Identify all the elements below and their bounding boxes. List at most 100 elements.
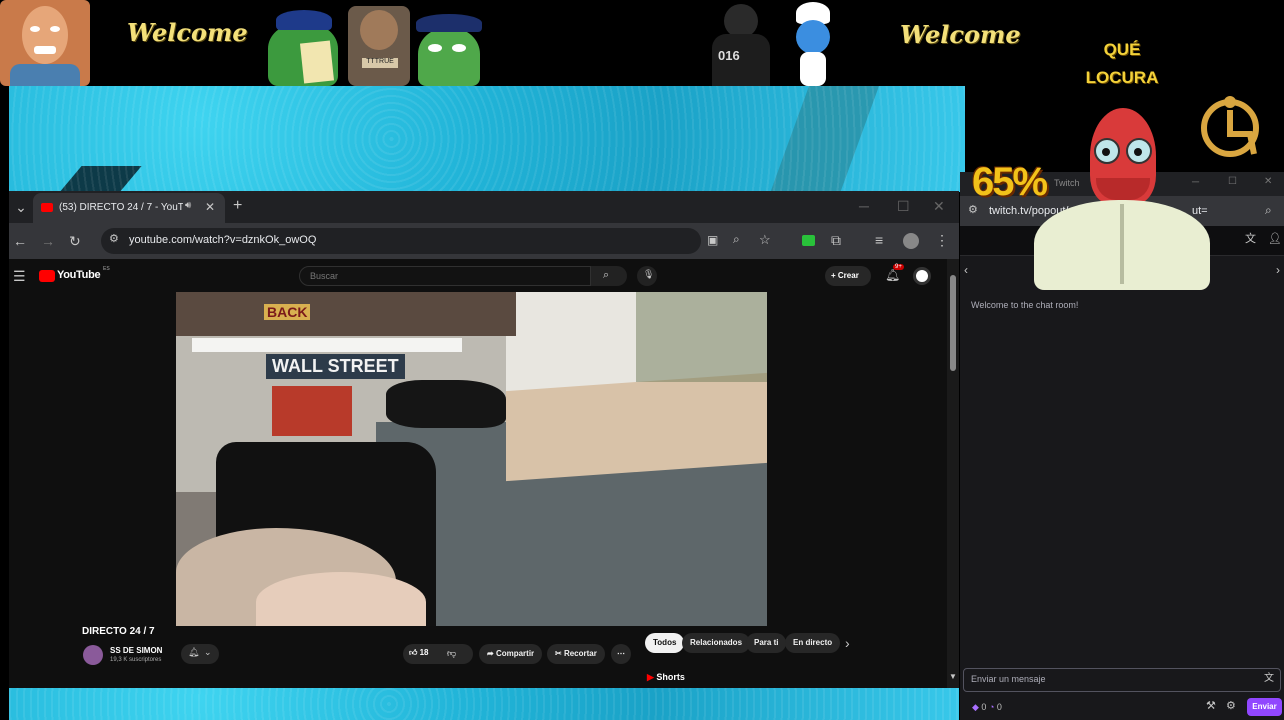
omnibox[interactable]: ⚙ youtube.com/watch?v=dznkOk_owOQ ▣ ⌕ ☆ [101, 228, 771, 254]
jersey-number: 016 [718, 48, 740, 63]
channel-avatar[interactable] [83, 645, 103, 665]
notifications-bell-icon[interactable]: 🔔︎ [885, 269, 900, 281]
speaker-icon[interactable]: 🔊︎ [185, 201, 191, 211]
stream-overlay-top: Welcome TTTRUE 016 Welcome QUÉ LOCURA [0, 0, 1284, 87]
clip-label: Recortar [563, 649, 597, 658]
close-window-icon[interactable]: ✕ [933, 199, 945, 213]
media-control-icon[interactable]: ≡ [875, 233, 883, 247]
welcome-text-right: Welcome [900, 20, 1021, 49]
thumbs-down-icon: 👎︎ [447, 648, 457, 658]
chat-input[interactable]: Enviar un mensaje 文 [963, 668, 1281, 692]
pepe-cop-sticker [414, 8, 486, 86]
paint-background-top [9, 86, 965, 192]
share-button[interactable]: ➦ Compartir [479, 644, 543, 664]
like-button[interactable]: 👍︎ 18 [409, 648, 429, 658]
video-sign-wall-street: WALL STREET [266, 354, 405, 379]
tab-close-icon[interactable]: ✕ [205, 201, 215, 213]
tab-title: (53) DIRECTO 24 / 7 - YouTu [59, 202, 183, 213]
video-player[interactable]: BACK WALL STREET [176, 292, 767, 626]
que-locura-line1: QUÉ [1103, 40, 1141, 59]
que-locura-text: QUÉ LOCURA [1082, 36, 1162, 92]
send-button[interactable]: Enviar [1247, 698, 1282, 716]
page-scrollbar[interactable]: ▼ [947, 259, 959, 688]
voice-search-button[interactable]: 🎙︎ [637, 266, 657, 286]
dislike-button[interactable]: 👎︎ [447, 648, 456, 659]
welcome-text-left: Welcome [127, 18, 248, 47]
search-button[interactable]: ⌕ [591, 266, 627, 286]
zoom-icon[interactable]: ⌕ [733, 233, 740, 245]
notification-badge: 9+ [893, 264, 904, 270]
subscribe-bell-button[interactable]: 🔔︎ ⌄ [181, 644, 219, 664]
channel-points[interactable]: ◆ 0 ◔ 0 [972, 702, 1002, 713]
kebab-menu-icon[interactable]: ⋮ [935, 233, 949, 247]
chip-para-ti[interactable]: Para ti [746, 633, 787, 653]
twitch-site-info-icon[interactable]: ⚙ [968, 205, 978, 216]
cast-icon[interactable]: ▣ [707, 234, 718, 246]
browser-tab[interactable]: (53) DIRECTO 24 / 7 - YouTu 🔊︎ ✕ [33, 193, 225, 223]
share-label: Compartir [495, 649, 535, 658]
collapse-right-icon[interactable]: › [1276, 264, 1280, 276]
create-button[interactable]: + Crear [825, 266, 871, 286]
extension-green-icon[interactable] [802, 235, 815, 246]
clip-button[interactable]: ✂ Recortar [547, 644, 605, 664]
hamburger-menu-icon[interactable]: ☰ [13, 269, 26, 283]
shorts-icon: ▶ [647, 672, 657, 682]
mod-tools-icon[interactable]: ⚒ [1206, 701, 1216, 712]
chip-todos[interactable]: Todos [645, 633, 685, 653]
shorts-label: Shorts [656, 672, 685, 682]
points-icon: ◔ [988, 702, 997, 712]
more-actions-button[interactable]: ⋯ [611, 644, 631, 664]
bald-man-sticker [0, 0, 90, 86]
youtube-logo-text: YouTube [57, 269, 101, 281]
maximize-icon[interactable]: ☐ [897, 199, 910, 213]
channel-name[interactable]: SS DE SIMON [110, 646, 162, 655]
share-icon: ➦ [487, 649, 496, 658]
extensions-puzzle-icon[interactable]: ⧉ [831, 233, 841, 247]
twitch-zoom-icon[interactable]: ⌕ [1265, 204, 1272, 216]
chip-relacionados[interactable]: Relacionados [682, 633, 751, 653]
shorts-heading: ▶ Shorts [647, 672, 685, 683]
chat-input-placeholder: Enviar un mensaje [971, 674, 1046, 684]
back-icon[interactable]: ← [13, 234, 27, 248]
yt-avatar[interactable] [913, 267, 931, 285]
address-bar-row: ← → ↻ ⚙ youtube.com/watch?v=dznkOk_owOQ … [9, 223, 959, 259]
bearded-man-sticker: TTTRUE [348, 6, 410, 86]
translate-icon[interactable]: 文 [1245, 234, 1256, 245]
que-locura-line2: LOCURA [1085, 68, 1159, 87]
twitch-maximize-icon[interactable]: ☐ [1228, 177, 1237, 187]
tab-search-icon[interactable]: ⌄ [13, 200, 29, 214]
collapse-left-icon[interactable]: ‹ [964, 264, 968, 276]
browser-window: ⌄ (53) DIRECTO 24 / 7 - YouTu 🔊︎ ✕ + ─ ☐… [9, 191, 959, 688]
site-info-icon[interactable]: ⚙ [109, 234, 119, 245]
like-dislike-group: 👍︎ 18 👎︎ [403, 644, 473, 664]
bookmark-star-icon[interactable]: ☆ [759, 233, 771, 246]
minimize-icon[interactable]: ─ [859, 199, 869, 213]
video-sign-back: BACK [264, 304, 311, 320]
youtube-header: ☰ YouTube ES Buscar ⌕ 🎙︎ + Crear 🔔︎ 9+ [9, 259, 959, 293]
twitch-close-icon[interactable]: ✕ [1264, 177, 1272, 187]
video-details: DIRECTO 24 / 7 SS DE SIMON 19,3 K suscri… [9, 626, 959, 688]
chat-welcome-message: Welcome to the chat room! [971, 300, 1079, 310]
smurf-sticker [790, 2, 836, 86]
points-a: 0 [981, 702, 987, 712]
video-title: DIRECTO 24 / 7 [82, 626, 155, 637]
profile-avatar[interactable] [903, 233, 919, 249]
search-box[interactable]: Buscar [299, 266, 591, 286]
emote-icon[interactable]: 文 [1264, 674, 1274, 684]
microphone-icon: 🎙︎ [643, 269, 655, 279]
scroll-down-icon[interactable]: ▼ [949, 673, 957, 681]
forward-icon[interactable]: → [41, 234, 55, 248]
users-icon[interactable]: 👤︎ [1268, 234, 1282, 245]
scrollbar-thumb[interactable] [950, 275, 956, 371]
chip-en-directo[interactable]: En directo [785, 633, 841, 653]
plus-create-icon: + [831, 271, 838, 280]
youtube-region: ES [103, 266, 110, 272]
pepe-police-sticker [262, 6, 348, 86]
plus-icon[interactable]: + [233, 198, 242, 214]
scissors-icon: ✂ [555, 649, 564, 658]
search-icon: ⌕ [603, 269, 610, 281]
chat-settings-icon[interactable]: ⚙ [1226, 701, 1236, 712]
reload-icon[interactable]: ↻ [69, 234, 81, 248]
chips-next-icon[interactable]: › [845, 636, 850, 650]
search-placeholder: Buscar [310, 271, 339, 281]
